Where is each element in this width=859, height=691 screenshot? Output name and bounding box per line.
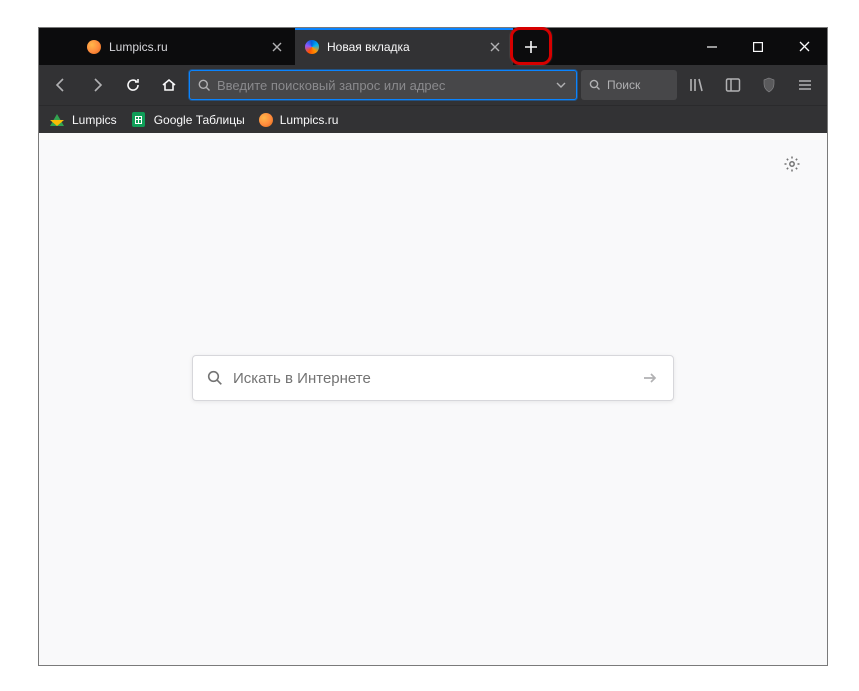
drive-icon [49, 112, 65, 128]
newtab-search-box[interactable] [192, 355, 674, 401]
search-icon [589, 79, 601, 91]
search-icon [198, 79, 211, 92]
bookmark-google-sheets[interactable]: Google Таблицы [131, 112, 245, 128]
settings-gear-button[interactable] [783, 155, 801, 173]
minimize-button[interactable] [689, 28, 735, 65]
arrow-right-icon[interactable] [641, 369, 659, 387]
bookmark-label: Lumpics [72, 113, 117, 127]
firefox-icon [305, 40, 319, 54]
menu-button[interactable] [789, 69, 821, 101]
chevron-down-icon[interactable] [552, 80, 570, 90]
new-tab-button[interactable] [516, 32, 546, 62]
toolbar: Поиск [39, 65, 827, 105]
newtab-search-input[interactable] [233, 370, 631, 387]
reload-button[interactable] [117, 69, 149, 101]
page-content [39, 133, 827, 665]
tab-title: Новая вкладка [327, 40, 479, 54]
search-bar[interactable]: Поиск [581, 70, 677, 100]
forward-button[interactable] [81, 69, 113, 101]
titlebar: Lumpics.ru Новая вкладка [39, 28, 827, 65]
bookmark-label: Google Таблицы [154, 113, 245, 127]
new-tab-wrap [513, 28, 549, 65]
sidebar-button[interactable] [717, 69, 749, 101]
url-input[interactable] [217, 78, 546, 93]
bookmark-label: Lumpics.ru [280, 113, 339, 127]
window-controls [689, 28, 827, 65]
back-button[interactable] [45, 69, 77, 101]
home-button[interactable] [153, 69, 185, 101]
maximize-button[interactable] [735, 28, 781, 65]
lumpics-icon [87, 40, 101, 54]
bookmark-lumpics-ru[interactable]: Lumpics.ru [259, 113, 339, 127]
library-button[interactable] [681, 69, 713, 101]
close-icon[interactable] [487, 39, 503, 55]
search-icon [207, 370, 223, 386]
close-button[interactable] [781, 28, 827, 65]
tab-lumpics[interactable]: Lumpics.ru [77, 28, 295, 65]
sheets-icon [131, 112, 147, 128]
browser-window: Lumpics.ru Новая вкладка [38, 27, 828, 666]
titlebar-spacer [39, 28, 77, 65]
close-icon[interactable] [269, 39, 285, 55]
ublock-button[interactable] [753, 69, 785, 101]
lumpics-icon [259, 113, 273, 127]
bookmark-lumpics[interactable]: Lumpics [49, 112, 117, 128]
url-bar[interactable] [189, 70, 577, 100]
tab-new-tab[interactable]: Новая вкладка [295, 28, 513, 65]
search-label: Поиск [607, 78, 640, 92]
tab-title: Lumpics.ru [109, 40, 261, 54]
bookmarks-bar: Lumpics Google Таблицы Lumpics.ru [39, 105, 827, 133]
